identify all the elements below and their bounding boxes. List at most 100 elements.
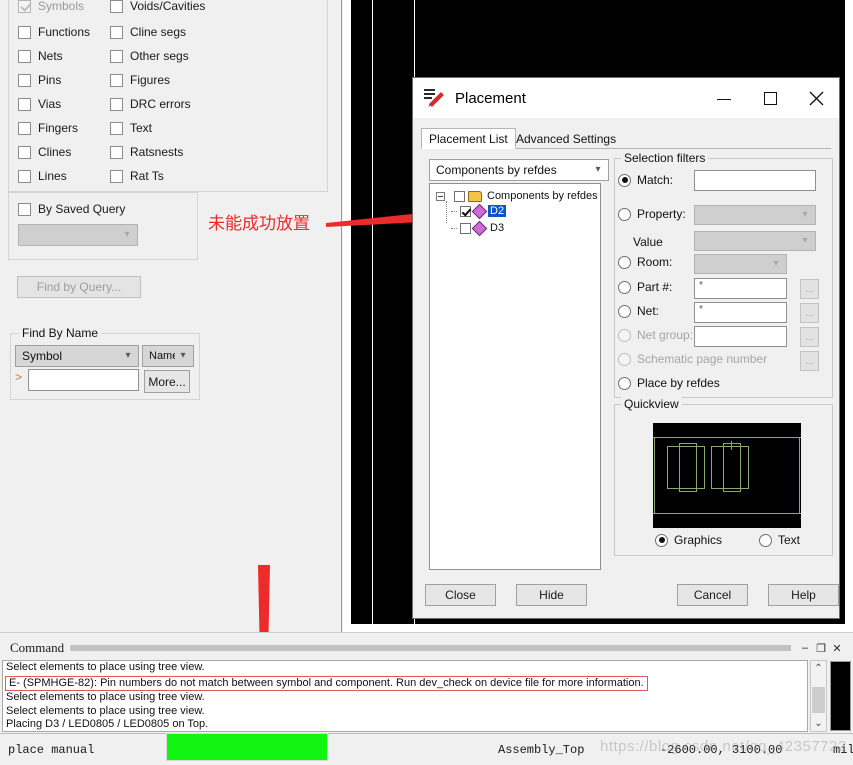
checkbox-row-voids-cavities[interactable]: Voids/Cavities xyxy=(110,0,205,13)
tree-node-d2[interactable]: D2 xyxy=(451,203,507,219)
tree-label-d3[interactable]: D3 xyxy=(488,222,506,234)
match-input[interactable] xyxy=(694,170,816,191)
command-log[interactable]: Select elements to place using tree view… xyxy=(2,660,808,732)
tree-node-root[interactable]: Components by refdes xyxy=(436,190,600,202)
tree-checkbox-root[interactable] xyxy=(454,190,465,202)
net-browse-button[interactable]: ... xyxy=(800,303,819,323)
maximize-button[interactable] xyxy=(747,78,793,118)
checkbox-lines[interactable] xyxy=(18,169,31,183)
checkbox-row-nets[interactable]: Nets xyxy=(18,49,63,63)
placement-tree-view[interactable]: Components by refdes D2 D3 xyxy=(429,183,601,570)
checkbox-row-clines[interactable]: Clines xyxy=(18,145,71,159)
find-by-name-scope-combo[interactable]: Name ▾ xyxy=(142,345,194,367)
radio-text[interactable] xyxy=(759,533,772,547)
checkbox-row-figures[interactable]: Figures xyxy=(110,73,170,87)
quickview-graphics-option[interactable]: Graphics xyxy=(655,533,722,547)
command-window-header[interactable]: Command – ❐ ✕ xyxy=(0,638,853,658)
checkbox-cline-segs[interactable] xyxy=(110,25,123,39)
saved-query-combo[interactable]: ▾ xyxy=(18,224,138,246)
checkbox-row-functions[interactable]: Functions xyxy=(18,25,90,39)
checkbox-drc-errors[interactable] xyxy=(110,97,123,111)
property-combo[interactable]: ▾ xyxy=(694,205,816,225)
value-combo[interactable]: ▾ xyxy=(694,231,816,251)
filter-row-place-by-refdes[interactable]: Place by refdes xyxy=(618,376,720,390)
find-by-name-input[interactable] xyxy=(28,369,139,391)
radio-property[interactable] xyxy=(618,207,631,221)
filter-row-property[interactable]: Property: xyxy=(618,207,686,221)
placement-list-type-combo[interactable]: Components by refdes ▾ xyxy=(429,159,609,181)
filter-row-part-number[interactable]: Part #: xyxy=(618,280,672,294)
tree-branch-line xyxy=(451,227,457,229)
checkbox-vias[interactable] xyxy=(18,97,31,111)
checkbox-symbols[interactable] xyxy=(18,0,31,13)
hide-dialog-button[interactable]: Hide xyxy=(516,584,587,606)
minimize-button[interactable]: — xyxy=(701,78,747,118)
find-by-name-type-combo[interactable]: Symbol ▾ xyxy=(15,345,139,367)
checkbox-pins[interactable] xyxy=(18,73,31,87)
checkbox-text[interactable] xyxy=(110,121,123,135)
checkbox-row-lines[interactable]: Lines xyxy=(18,169,67,183)
checkbox-row-vias[interactable]: Vias xyxy=(18,97,61,111)
checkbox-row-other-segs[interactable]: Other segs xyxy=(110,49,189,63)
filter-row-match[interactable]: Match: xyxy=(618,173,673,187)
tree-checkbox-d2[interactable] xyxy=(460,205,471,217)
scrollbar-thumb[interactable] xyxy=(812,687,825,713)
placement-dialog-titlebar[interactable]: Placement — xyxy=(413,78,839,118)
find-by-name-more-button[interactable]: More... xyxy=(144,370,190,393)
radio-match[interactable] xyxy=(618,173,631,187)
scroll-down-icon[interactable]: ⌄ xyxy=(811,716,826,731)
tab-advanced-settings[interactable]: Advanced Settings xyxy=(509,128,623,149)
quickview-text-option[interactable]: Text xyxy=(759,533,800,547)
checkbox-ratsnests[interactable] xyxy=(110,145,123,159)
tree-expand-collapse-icon[interactable] xyxy=(436,191,445,201)
command-minimize-button[interactable]: – xyxy=(797,642,813,654)
find-by-query-button[interactable]: Find by Query... xyxy=(17,276,141,298)
filter-row-room[interactable]: Room: xyxy=(618,255,672,269)
checkbox-other-segs[interactable] xyxy=(110,49,123,63)
checkbox-figures[interactable] xyxy=(110,73,123,87)
radio-place-by-refdes[interactable] xyxy=(618,376,631,390)
cancel-dialog-button[interactable]: Cancel xyxy=(677,584,748,606)
checkbox-functions[interactable] xyxy=(18,25,31,39)
checkbox-clines[interactable] xyxy=(18,145,31,159)
checkbox-voids-cavities[interactable] xyxy=(110,0,123,13)
checkbox-nets[interactable] xyxy=(18,49,31,63)
checkbox-row-text[interactable]: Text xyxy=(110,121,152,135)
chevron-down-icon: ▾ xyxy=(595,164,601,175)
checkbox-row-ratsnests[interactable]: Ratsnests xyxy=(110,145,183,159)
checkbox-row-pins[interactable]: Pins xyxy=(18,73,61,87)
checkbox-row-fingers[interactable]: Fingers xyxy=(18,121,78,135)
command-close-button[interactable]: ✕ xyxy=(829,642,845,655)
close-button[interactable] xyxy=(793,78,839,118)
filter-row-net[interactable]: Net: xyxy=(618,304,659,318)
command-window-grip[interactable] xyxy=(70,645,791,651)
radio-room[interactable] xyxy=(618,255,631,269)
tree-label-d2[interactable]: D2 xyxy=(488,205,507,217)
quickview-title: Quickview xyxy=(621,397,682,411)
checkbox-label-functions: Functions xyxy=(38,25,91,39)
tree-node-d3[interactable]: D3 xyxy=(451,220,506,236)
radio-net[interactable] xyxy=(618,304,631,318)
command-restore-button[interactable]: ❐ xyxy=(813,642,829,655)
scroll-up-icon[interactable]: ⌃ xyxy=(811,661,826,676)
close-dialog-button[interactable]: Close xyxy=(425,584,496,606)
radio-part-number[interactable] xyxy=(618,280,631,294)
part-number-browse-button[interactable]: ... xyxy=(800,279,819,299)
checkbox-row-rat-ts[interactable]: Rat Ts xyxy=(110,169,164,183)
checkbox-by-saved-query[interactable] xyxy=(18,202,31,216)
part-number-input[interactable]: * xyxy=(694,278,787,299)
tree-checkbox-d3[interactable] xyxy=(460,222,471,234)
checkbox-row-by-saved-query[interactable]: By Saved Query xyxy=(18,202,125,216)
checkbox-row-symbols[interactable]: Symbols xyxy=(18,0,84,13)
checkbox-rat-ts[interactable] xyxy=(110,169,123,183)
tab-placement-list[interactable]: Placement List xyxy=(421,128,516,149)
radio-graphics[interactable] xyxy=(655,533,668,547)
command-log-scrollbar[interactable]: ⌃ ⌄ xyxy=(810,660,827,732)
checkbox-fingers[interactable] xyxy=(18,121,31,135)
help-dialog-button[interactable]: Help xyxy=(768,584,839,606)
checkbox-row-cline-segs[interactable]: Cline segs xyxy=(110,25,186,39)
filter-label-net: Net: xyxy=(637,304,660,318)
checkbox-row-drc-errors[interactable]: DRC errors xyxy=(110,97,191,111)
net-input[interactable]: * xyxy=(694,302,787,323)
room-combo[interactable]: ▾ xyxy=(694,254,787,274)
